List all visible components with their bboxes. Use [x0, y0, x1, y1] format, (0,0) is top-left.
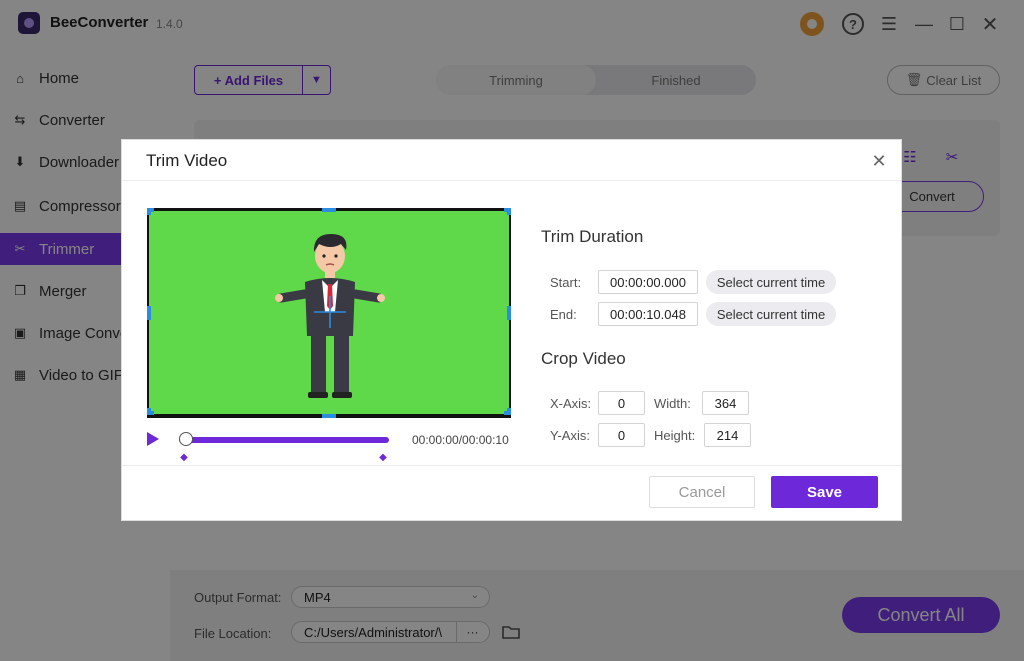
x-axis-input[interactable]: 0: [598, 391, 645, 415]
width-label: Width:: [654, 396, 691, 411]
end-label: End:: [550, 307, 577, 322]
trim-duration-title: Trim Duration: [541, 227, 644, 246]
select-current-time-end-button[interactable]: Select current time: [706, 302, 836, 326]
trim-video-dialog: Trim Video ✕ ◆ ◆ 00:00:00/00:00:10 Trim …: [121, 139, 902, 521]
height-input[interactable]: 214: [704, 423, 751, 447]
start-label: Start:: [550, 275, 582, 290]
crop-handle[interactable]: [147, 306, 151, 320]
trim-end-marker[interactable]: ◆: [379, 452, 387, 463]
start-time-input[interactable]: 00:00:00.000: [598, 270, 698, 294]
crop-handle[interactable]: [322, 208, 336, 212]
dialog-title: Trim Video: [146, 151, 228, 170]
crop-handle[interactable]: [147, 408, 151, 415]
dialog-header: Trim Video ✕: [122, 140, 901, 181]
crop-handle[interactable]: [507, 208, 511, 215]
playhead-knob[interactable]: [179, 432, 193, 446]
width-input[interactable]: 364: [702, 391, 749, 415]
x-axis-label: X-Axis:: [550, 396, 592, 411]
save-button[interactable]: Save: [771, 476, 878, 508]
crop-video-title: Crop Video: [541, 349, 626, 368]
video-frame-character: [275, 234, 385, 398]
crop-handle[interactable]: [147, 208, 151, 215]
crop-handle[interactable]: [507, 306, 511, 320]
dialog-divider: [122, 465, 901, 466]
y-axis-label: Y-Axis:: [550, 428, 590, 443]
trim-start-marker[interactable]: ◆: [180, 452, 188, 463]
timecode: 00:00:00/00:00:10: [412, 433, 509, 447]
y-axis-input[interactable]: 0: [598, 423, 645, 447]
select-current-time-start-button[interactable]: Select current time: [706, 270, 836, 294]
timeline-track[interactable]: [179, 437, 389, 443]
height-label: Height:: [654, 428, 696, 443]
crop-handle[interactable]: [322, 414, 336, 418]
cancel-button[interactable]: Cancel: [649, 476, 755, 508]
crop-handle[interactable]: [507, 408, 511, 415]
video-preview[interactable]: [147, 208, 511, 418]
close-icon[interactable]: ✕: [870, 151, 888, 171]
play-icon[interactable]: [147, 432, 159, 446]
end-time-input[interactable]: 00:00:10.048: [598, 302, 698, 326]
